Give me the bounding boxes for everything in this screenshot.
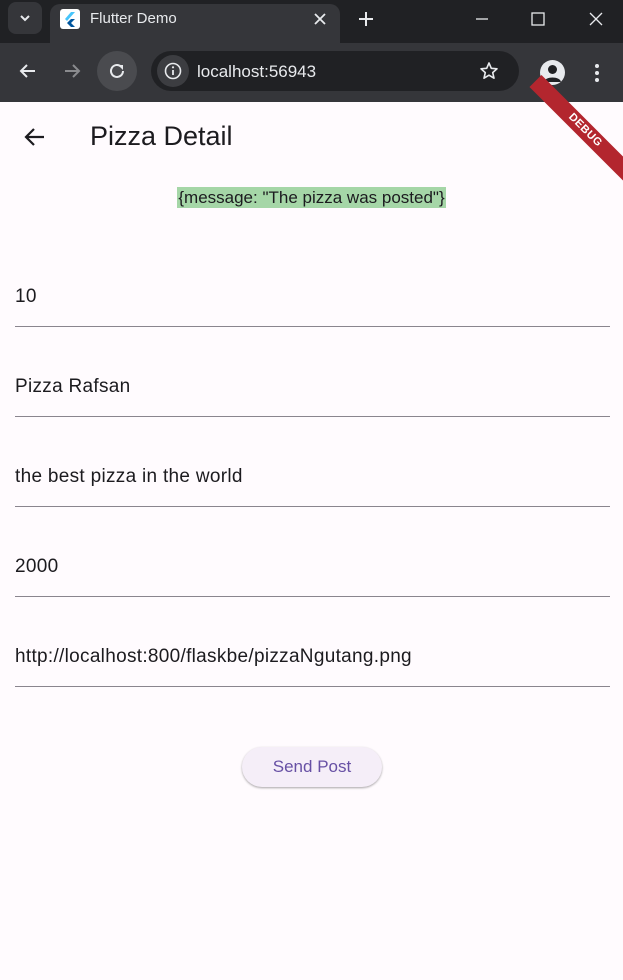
post-result-message: {message: "The pizza was posted"}: [0, 187, 623, 208]
chevron-down-icon: [20, 15, 30, 22]
reload-icon[interactable]: [97, 51, 137, 91]
browser-forward-icon[interactable]: [52, 51, 92, 91]
flutter-icon: [60, 9, 80, 29]
message-text: {message: "The pizza was posted"}: [177, 187, 446, 208]
new-tab-icon[interactable]: [353, 6, 379, 32]
image-url-field[interactable]: [15, 646, 610, 687]
bookmark-star-icon[interactable]: [475, 57, 503, 85]
pizza-id-input[interactable]: [15, 286, 610, 308]
back-arrow-icon[interactable]: [15, 117, 55, 157]
description-input[interactable]: [15, 466, 610, 488]
image-url-input[interactable]: [15, 646, 610, 668]
browser-tabstrip: Flutter Demo: [0, 0, 623, 43]
price-input[interactable]: [15, 556, 610, 578]
send-post-button[interactable]: Send Post: [242, 747, 382, 787]
price-field[interactable]: [15, 556, 610, 597]
tab-title: Flutter Demo: [90, 10, 177, 27]
pizza-id-field[interactable]: [15, 286, 610, 327]
close-tab-icon[interactable]: [308, 7, 332, 31]
app-bar: Pizza Detail: [0, 102, 623, 170]
browser-tab[interactable]: Flutter Demo: [50, 4, 340, 43]
browser-toolbar: localhost:56943: [0, 43, 623, 102]
browser-back-icon[interactable]: [8, 51, 48, 91]
pizza-name-input[interactable]: [15, 376, 610, 398]
url-text: localhost:56943: [197, 62, 317, 81]
page-title: Pizza Detail: [90, 121, 233, 151]
tab-search-button[interactable]: [8, 2, 42, 34]
window-close-icon[interactable]: [581, 4, 611, 34]
site-info-icon[interactable]: [157, 55, 189, 87]
menu-kebab-icon[interactable]: [585, 59, 609, 87]
pizza-name-field[interactable]: [15, 376, 610, 417]
address-bar[interactable]: localhost:56943: [151, 51, 519, 91]
maximize-icon[interactable]: [523, 4, 553, 34]
description-field[interactable]: [15, 466, 610, 507]
minimize-icon[interactable]: [467, 4, 497, 34]
